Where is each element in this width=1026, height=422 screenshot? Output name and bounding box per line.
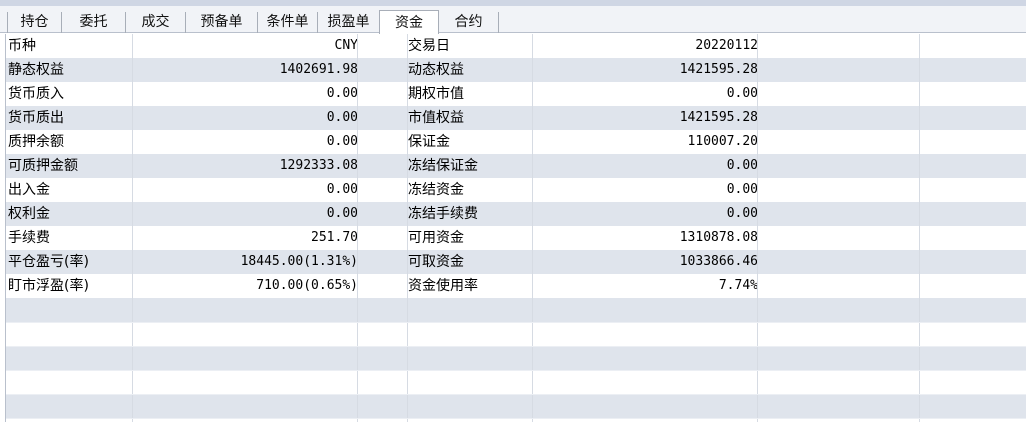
column-divider	[532, 34, 533, 422]
table-row[interactable]: 静态权益 1402691.98 动态权益 1421595.28	[6, 58, 1026, 82]
fund-value: 0.00	[726, 182, 758, 197]
row-divider	[6, 322, 1026, 323]
empty-row	[6, 394, 1026, 418]
tab-prepared-orders[interactable]: 预备单	[186, 12, 258, 33]
fund-label: 盯市浮盈(率)	[8, 278, 89, 294]
row-divider	[6, 346, 1026, 347]
tab-positions[interactable]: 持仓	[8, 12, 62, 33]
tab-contracts[interactable]: 合约	[439, 12, 499, 33]
fund-value: 0.00	[326, 110, 358, 125]
table-row[interactable]: 货币质入 0.00 期权市值 0.00	[6, 82, 1026, 106]
fund-label: 平仓盈亏(率)	[8, 254, 89, 270]
fund-label: 货币质出	[8, 110, 64, 126]
fund-value: 1421595.28	[679, 62, 758, 77]
fund-label: 币种	[8, 38, 36, 54]
empty-row	[6, 370, 1026, 394]
empty-row	[6, 322, 1026, 346]
fund-label: 质押余额	[8, 134, 64, 150]
fund-value: 20220112	[695, 38, 758, 53]
table-row[interactable]: 货币质出 0.00 市值权益 1421595.28	[6, 106, 1026, 130]
fund-value: 1421595.28	[679, 110, 758, 125]
table-row[interactable]: 平仓盈亏(率) 18445.00(1.31%) 可取资金 1033866.46	[6, 250, 1026, 274]
tab-stop-orders[interactable]: 损盈单	[318, 12, 380, 33]
fund-value: 7.74%	[718, 278, 758, 293]
table-row[interactable]: 币种 CNY 交易日 20220112	[6, 34, 1026, 58]
tab-bar-edge	[0, 12, 8, 33]
tab-funds[interactable]: 资金	[379, 10, 439, 34]
fund-value: 1033866.46	[679, 254, 758, 269]
fund-label: 冻结手续费	[408, 206, 478, 222]
column-divider	[132, 34, 133, 422]
fund-label: 市值权益	[408, 110, 464, 126]
fund-label: 可质押金额	[8, 158, 78, 174]
fund-value: 0.00	[326, 182, 358, 197]
fund-value: 0.00	[326, 206, 358, 221]
row-divider	[6, 418, 1026, 419]
fund-label: 出入金	[8, 182, 50, 198]
column-divider	[919, 34, 920, 422]
fund-value: 18445.00(1.31%)	[240, 254, 358, 269]
fund-value: 710.00(0.65%)	[256, 278, 358, 293]
fund-value: 110007.20	[687, 134, 758, 149]
funds-table: 盯市浮盈(率) 710.00(0.65%) 资金使用率 7.74% 平仓盈亏(率) 184…	[5, 34, 1026, 422]
fund-label: 交易日	[408, 38, 450, 54]
column-divider	[757, 34, 758, 422]
fund-value: 0.00	[726, 86, 758, 101]
fund-label: 期权市值	[408, 86, 464, 102]
fund-value: 1310878.08	[679, 230, 758, 245]
table-row[interactable]: 权利金 0.00 冻结手续费 0.00	[6, 202, 1026, 226]
tab-trades[interactable]: 成交	[126, 12, 186, 33]
empty-row	[6, 346, 1026, 370]
fund-value: 251.70	[311, 230, 358, 245]
table-row[interactable]: 质押余额 0.00 保证金 110007.20	[6, 130, 1026, 154]
fund-label: 权利金	[8, 206, 50, 222]
fund-value: 0.00	[326, 86, 358, 101]
column-divider	[407, 34, 408, 422]
fund-value: 0.00	[326, 134, 358, 149]
fund-label: 保证金	[408, 134, 450, 150]
fund-label: 静态权益	[8, 62, 64, 78]
fund-label: 手续费	[8, 230, 50, 246]
row-divider	[6, 394, 1026, 395]
row-divider	[6, 370, 1026, 371]
table-row[interactable]: 可质押金额 1292333.08 冻结保证金 0.00	[6, 154, 1026, 178]
fund-value: 1292333.08	[279, 158, 358, 173]
fund-value: 1402691.98	[279, 62, 358, 77]
fund-value: CNY	[334, 38, 358, 53]
fund-value: 0.00	[726, 158, 758, 173]
column-divider	[357, 34, 358, 422]
table-row[interactable]: 出入金 0.00 冻结资金 0.00	[6, 178, 1026, 202]
fund-label: 资金使用率	[408, 278, 478, 294]
fund-value: 0.00	[726, 206, 758, 221]
tab-bar: 持仓 委托 成交 预备单 条件单 损盈单 资金 合约	[0, 6, 1026, 34]
fund-label: 冻结保证金	[408, 158, 478, 174]
fund-label: 冻结资金	[408, 182, 464, 198]
empty-row	[6, 298, 1026, 322]
tab-conditional-orders[interactable]: 条件单	[258, 12, 318, 33]
tab-orders[interactable]: 委托	[62, 12, 126, 33]
table-row[interactable]: 手续费 251.70 可用资金 1310878.08	[6, 226, 1026, 250]
fund-label: 可取资金	[408, 254, 464, 270]
fund-label: 动态权益	[408, 62, 464, 78]
fund-label: 可用资金	[408, 230, 464, 246]
table-row[interactable]: 盯市浮盈(率) 710.00(0.65%) 资金使用率 7.74%	[6, 274, 1026, 298]
fund-label: 货币质入	[8, 86, 64, 102]
